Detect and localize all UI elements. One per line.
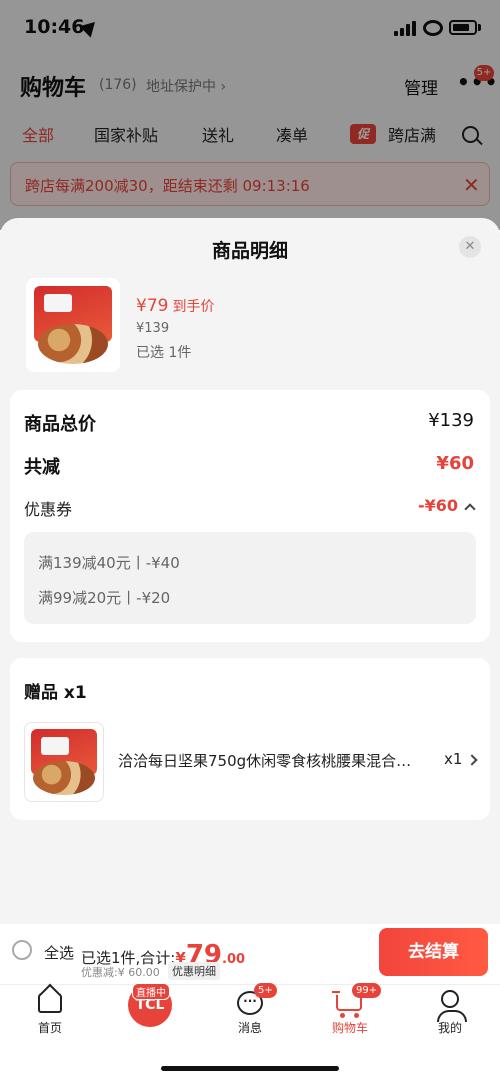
coupon-line: 满139减40元丨-¥40 [38, 554, 180, 572]
nav-cart[interactable]: 99+ 购物车 [310, 983, 390, 1045]
checkout-button[interactable]: 去结算 [379, 928, 488, 976]
nav-messages-label: 消息 [237, 1021, 262, 1035]
close-icon[interactable]: ✕ [459, 236, 481, 258]
chevron-right-icon[interactable] [466, 754, 478, 766]
product-price-label: 到手价 [172, 299, 215, 315]
gift-quantity: x1 [444, 750, 463, 768]
gift-image[interactable] [24, 722, 104, 802]
product-image[interactable] [26, 278, 120, 372]
nuts-graphic [33, 761, 95, 795]
home-icon [38, 993, 62, 1013]
coupon-line: 满99减20元丨-¥20 [38, 589, 171, 607]
total-reduce-value: ¥60 [436, 453, 474, 474]
nav-home[interactable]: 首页 [10, 985, 90, 1045]
product-original-price: ¥139 [136, 321, 170, 336]
dim-overlay[interactable] [0, 0, 500, 230]
home-indicator [161, 1066, 339, 1071]
cart-badge: 99+ [352, 983, 382, 998]
gift-title: 赠品 x1 [24, 683, 87, 703]
messages-badge: 5+ [254, 983, 277, 998]
live-badge: 直播中 [132, 983, 170, 1000]
nav-me[interactable]: 我的 [410, 985, 490, 1045]
checkout-bar: 全选 已选1件,合计:¥79.00 优惠减:¥ 60.00 优惠明细 去结算 [0, 924, 500, 984]
sheet-title: 商品明细 [211, 240, 288, 262]
price-summary-card: 商品总价 ¥139 共减 ¥60 优惠券 -¥60 满139减40元丨-¥40 … [10, 390, 490, 642]
total-decimal: .00 [222, 952, 246, 967]
product-detail-sheet: 商品明细 ✕ ¥79 到手价 ¥139 已选 1件 商品总价 ¥139 共减 ¥6… [0, 218, 500, 924]
total-price-value: ¥139 [428, 410, 474, 431]
user-icon [437, 990, 467, 1022]
select-all-label[interactable]: 全选 [44, 942, 74, 963]
product-selected-count: 已选 1件 [136, 345, 192, 361]
nav-cart-label: 购物车 [331, 1021, 368, 1035]
nav-messages[interactable]: ··· 5+ 消息 [210, 983, 290, 1045]
nav-me-label: 我的 [437, 1021, 462, 1035]
nav-home-label: 首页 [37, 1021, 62, 1035]
nuts-graphic [38, 324, 108, 364]
discount-amount: 优惠减:¥ 60.00 [81, 966, 160, 979]
coupon-label: 优惠券 [24, 500, 73, 519]
total-price-label: 商品总价 [24, 414, 96, 435]
nav-live[interactable]: TCL 直播中 [110, 983, 190, 1045]
coupon-toggle[interactable]: -¥60 [417, 496, 476, 515]
gift-card: 赠品 x1 洽洽每日坚果750g休闲零食核桃腰果混合坚果礼盒 x1 [10, 658, 490, 820]
product-price-value: ¥79 [136, 296, 169, 316]
total-reduce-label: 共减 [24, 457, 60, 478]
product-price: ¥79 到手价 [136, 296, 214, 316]
gift-name[interactable]: 洽洽每日坚果750g休闲零食核桃腰果混合坚果礼盒 [118, 750, 418, 771]
coupon-value: -¥60 [417, 496, 458, 515]
discount-detail-button[interactable]: 优惠明细 [168, 962, 220, 980]
chevron-up-icon [464, 503, 476, 515]
select-all-checkbox[interactable] [12, 940, 32, 960]
coupon-breakdown: 满139减40元丨-¥40 满99减20元丨-¥20 [24, 532, 476, 624]
